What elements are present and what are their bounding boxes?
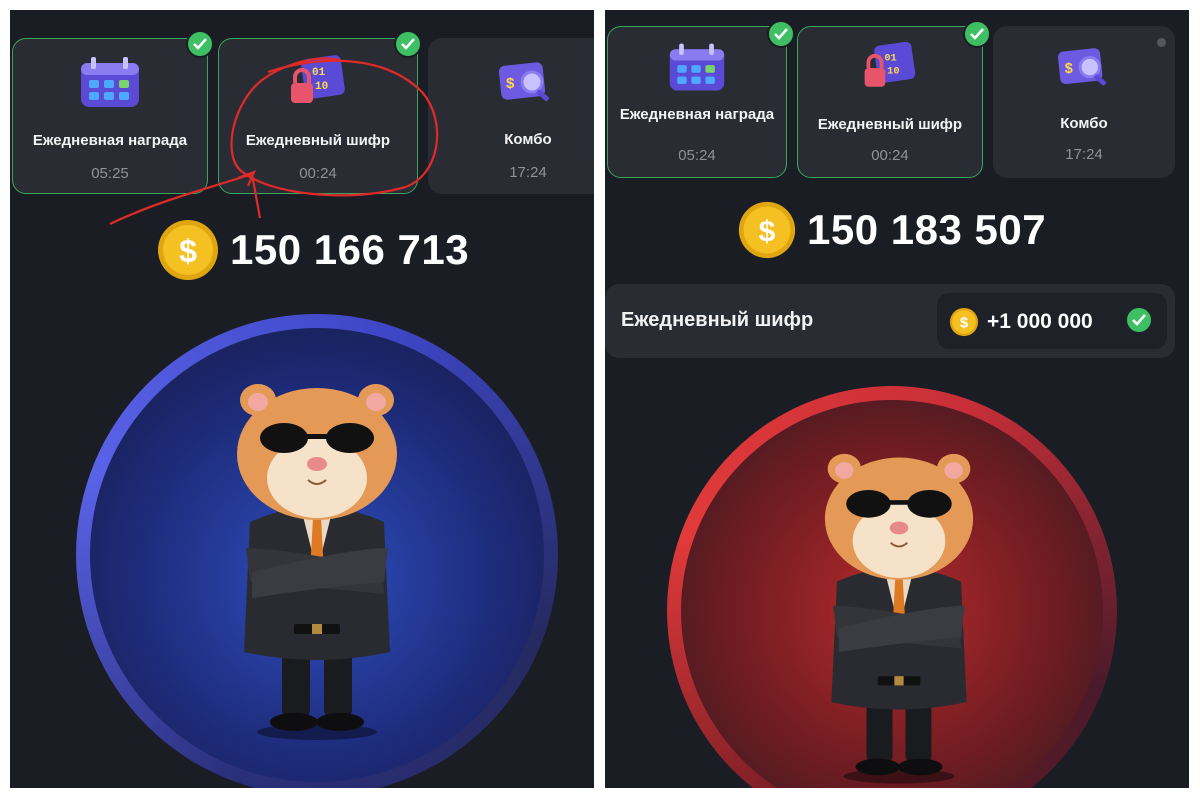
calendar-icon: [669, 43, 725, 91]
card-label: Комбо: [1060, 115, 1108, 132]
card-timer: 00:24: [871, 147, 909, 164]
cipher-lock-icon: 01 10: [864, 41, 916, 87]
svg-text:$: $: [1065, 61, 1073, 77]
cipher-reward-pill: $ +1 000 000: [937, 293, 1167, 349]
svg-text:$: $: [759, 215, 776, 248]
coin-icon: $: [738, 201, 796, 259]
coin-icon: $: [158, 220, 218, 280]
svg-text:$: $: [960, 315, 969, 332]
cipher-reward-amount: +1 000 000: [987, 310, 1093, 333]
daily-cipher-bar[interactable]: Ежедневный шифр $ +1 000 000: [605, 284, 1175, 358]
completed-check-icon: [963, 20, 991, 48]
completed-check-icon: [767, 20, 795, 48]
coin-balance: 150 166 713: [230, 226, 470, 273]
card-label: Ежедневная награда: [619, 106, 775, 123]
card-timer: 17:24: [1065, 146, 1103, 163]
hamster-ceo-icon[interactable]: [222, 372, 412, 744]
coin-balance: 150 183 507: [807, 206, 1047, 253]
card-label: Ежедневный шифр: [817, 116, 963, 133]
card-timer: 05:24: [678, 147, 716, 164]
svg-text:$: $: [179, 233, 197, 269]
hamster-ceo-icon[interactable]: [811, 442, 987, 788]
svg-text:01: 01: [884, 52, 896, 64]
red-annotation-icon: [109, 57, 439, 225]
daily-reward-card[interactable]: Ежедневная награда 05:24: [607, 26, 787, 178]
status-dot-icon: [1157, 38, 1166, 47]
svg-text:10: 10: [887, 66, 899, 78]
right-screenshot: Ежедневная награда 05:24 01 10 Ежедневны…: [605, 10, 1189, 788]
cipher-bar-label: Ежедневный шифр: [621, 309, 814, 331]
daily-cipher-card[interactable]: 01 10 Ежедневный шифр 00:24: [797, 26, 983, 178]
coin-icon: $: [949, 307, 979, 337]
combo-card[interactable]: $ Комбо 17:24: [993, 26, 1175, 178]
claimed-check-icon: [1125, 306, 1153, 334]
combo-card-icon: $: [1057, 48, 1107, 86]
left-screenshot: Ежедневная награда 05:25 01 10 Ежедневны…: [10, 10, 594, 788]
